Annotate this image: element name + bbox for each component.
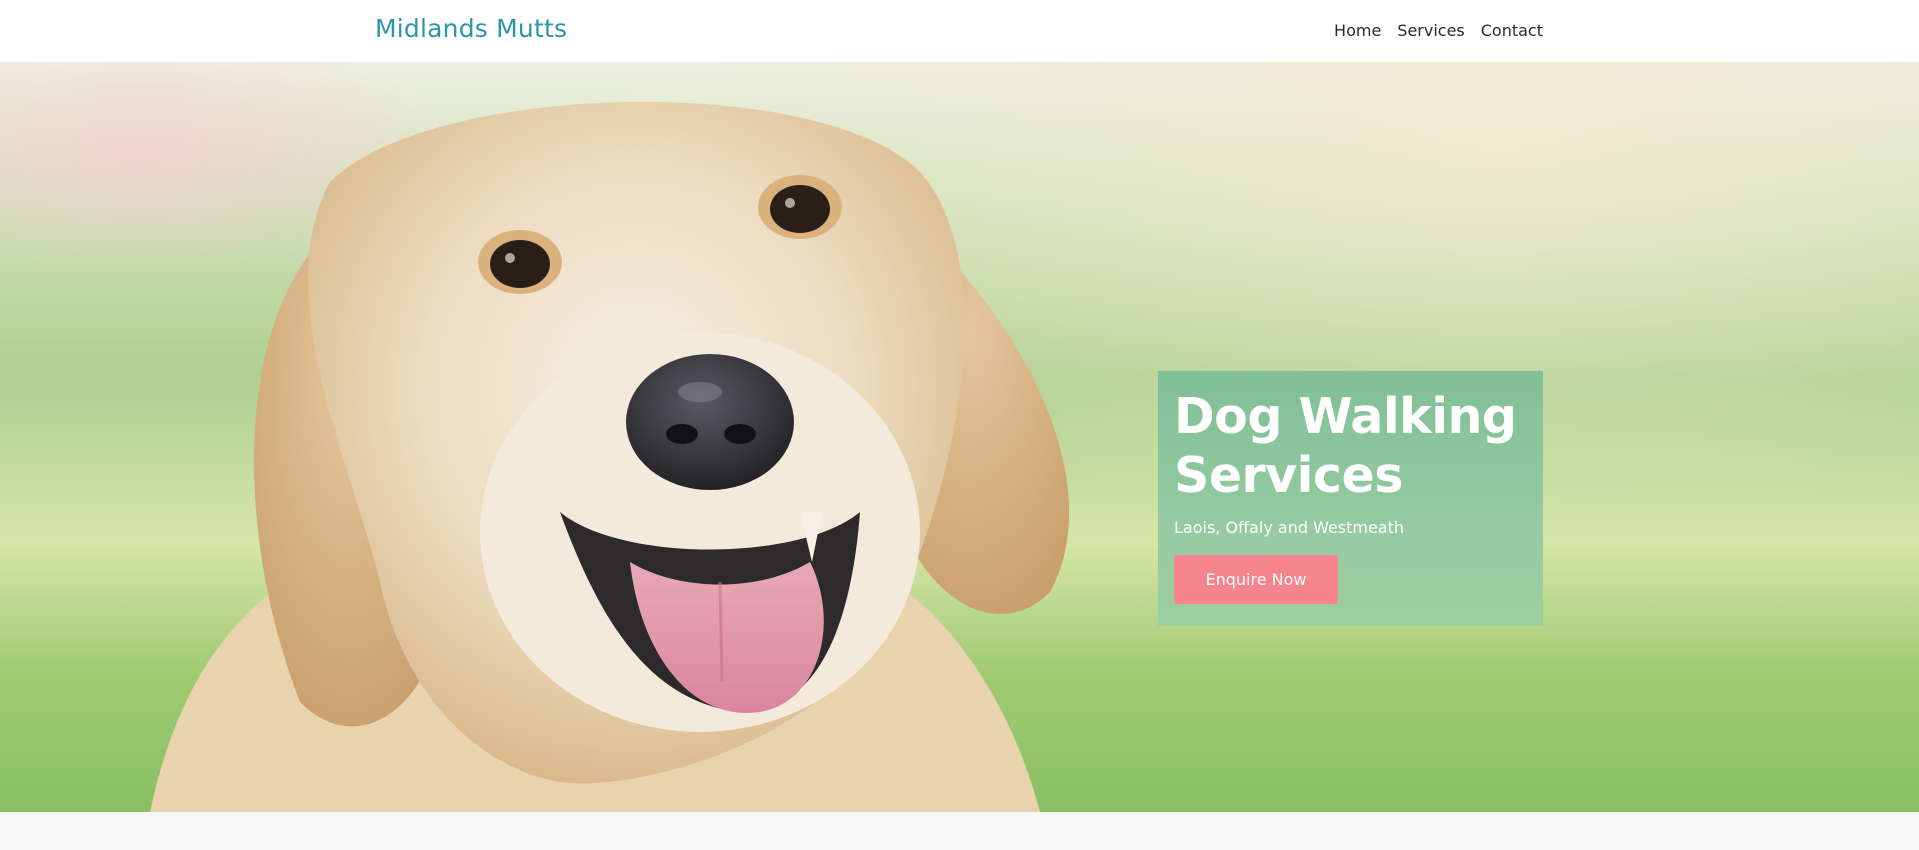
nav-link-home[interactable]: Home (1334, 21, 1381, 40)
hero-title-line1: Dog Walking (1174, 388, 1517, 445)
hero-info-card: Dog Walking Services Laois, Offaly and W… (1158, 371, 1543, 626)
nav-link-contact[interactable]: Contact (1481, 21, 1543, 40)
main-nav: Home Services Contact (1334, 21, 1543, 40)
hero-section: Dog Walking Services Laois, Offaly and W… (0, 62, 1919, 812)
next-section-strip (0, 812, 1919, 850)
brand-logo-link[interactable]: Midlands Mutts (375, 14, 567, 43)
nav-link-services[interactable]: Services (1397, 21, 1464, 40)
hero-title-line2: Services (1174, 447, 1403, 504)
hero-subtitle: Laois, Offaly and Westmeath (1174, 518, 1405, 537)
top-navbar: Midlands Mutts Home Services Contact (0, 0, 1919, 62)
enquire-now-button[interactable]: Enquire Now (1174, 555, 1338, 604)
golden-retriever-photo (150, 101, 1070, 812)
hero-title: Dog Walking Services (1174, 387, 1527, 505)
